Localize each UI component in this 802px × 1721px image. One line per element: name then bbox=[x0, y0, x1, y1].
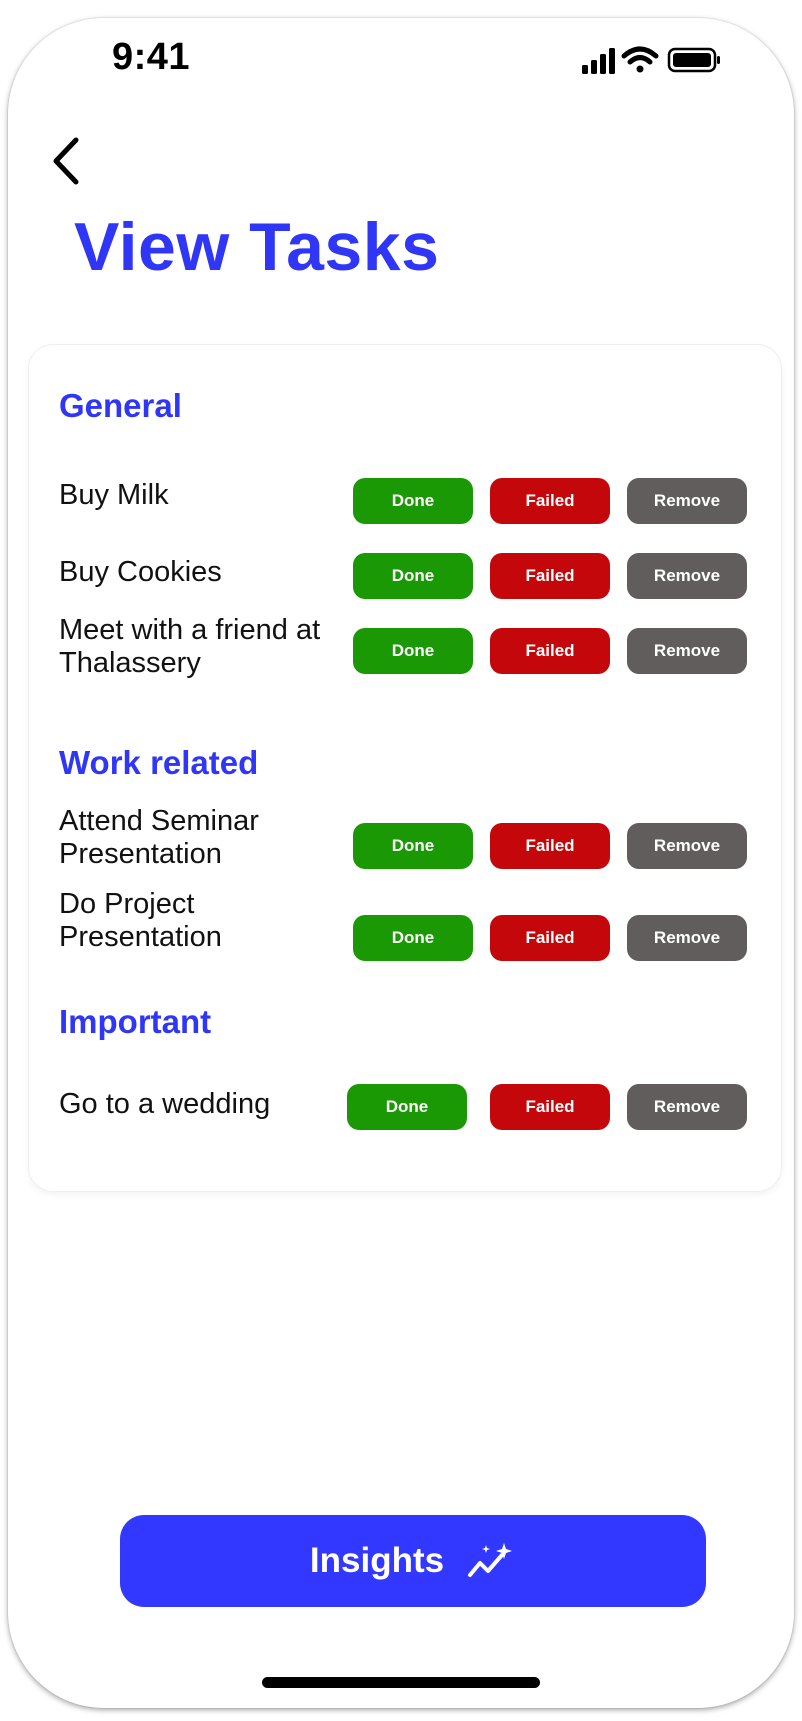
insights-button[interactable]: Insights bbox=[120, 1515, 706, 1607]
task-name: Buy Cookies bbox=[59, 556, 222, 588]
remove-button[interactable]: Remove bbox=[627, 915, 747, 961]
section-title-work-related: Work related bbox=[59, 744, 259, 781]
chevron-left-icon bbox=[53, 137, 79, 185]
home-indicator bbox=[262, 1677, 540, 1688]
task-name: Go to a wedding bbox=[59, 1088, 271, 1120]
failed-button[interactable]: Failed bbox=[490, 1084, 610, 1130]
task-list-card: General Buy Milk Done Failed Remove Buy … bbox=[29, 345, 781, 1191]
task-name: Attend Seminar Presentation bbox=[59, 805, 259, 870]
task-name: Do Project Presentation bbox=[59, 888, 222, 953]
remove-button[interactable]: Remove bbox=[627, 553, 747, 599]
insights-label: Insights bbox=[309, 1541, 445, 1580]
remove-button[interactable]: Remove bbox=[627, 478, 747, 524]
status-time: 9:41 bbox=[112, 36, 191, 78]
task-name: Buy Milk bbox=[59, 479, 169, 511]
done-button[interactable]: Done bbox=[347, 1084, 467, 1130]
done-button[interactable]: Done bbox=[353, 823, 473, 869]
done-button[interactable]: Done bbox=[353, 915, 473, 961]
remove-button[interactable]: Remove bbox=[627, 628, 747, 674]
status-icons bbox=[582, 46, 720, 74]
failed-button[interactable]: Failed bbox=[490, 553, 610, 599]
task-name: Meet with a friend at Thalassery bbox=[59, 614, 321, 679]
section-title-general: General bbox=[59, 387, 182, 424]
done-button[interactable]: Done bbox=[353, 478, 473, 524]
battery-icon bbox=[667, 47, 720, 73]
failed-button[interactable]: Failed bbox=[490, 628, 610, 674]
page-title: View Tasks bbox=[74, 209, 440, 285]
section-title-important: Important bbox=[59, 1003, 212, 1040]
sparkle-chart-icon bbox=[468, 1543, 513, 1577]
failed-button[interactable]: Failed bbox=[490, 823, 610, 869]
remove-button[interactable]: Remove bbox=[627, 1084, 747, 1130]
failed-button[interactable]: Failed bbox=[490, 915, 610, 961]
cellular-signal-icon bbox=[582, 48, 615, 74]
done-button[interactable]: Done bbox=[353, 628, 473, 674]
remove-button[interactable]: Remove bbox=[627, 823, 747, 869]
back-button[interactable] bbox=[44, 130, 92, 192]
failed-button[interactable]: Failed bbox=[490, 478, 610, 524]
wifi-icon bbox=[621, 46, 659, 73]
done-button[interactable]: Done bbox=[353, 553, 473, 599]
phone-frame: 9:41 View Tasks General Buy Milk Done Fa… bbox=[8, 18, 794, 1708]
